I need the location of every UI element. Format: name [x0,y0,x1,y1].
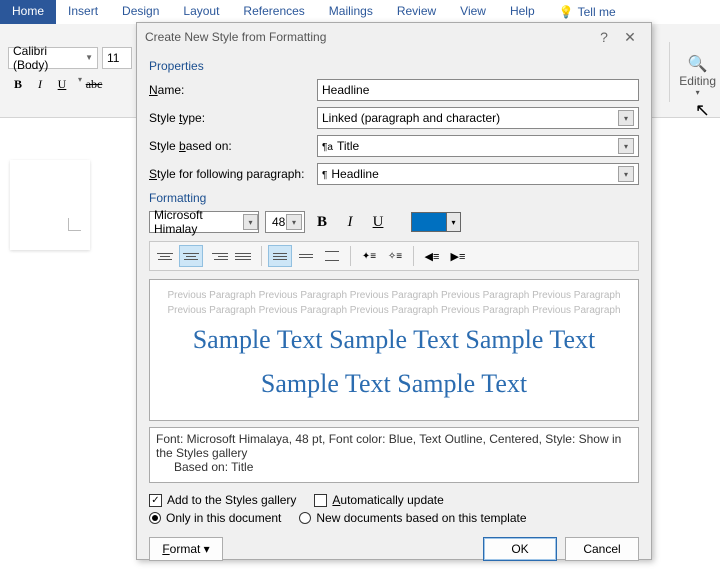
color-preview [412,213,446,231]
style-description: Font: Microsoft Himalaya, 48 pt, Font co… [149,427,639,483]
new-documents-radio[interactable]: New documents based on this template [299,511,526,525]
style-preview: Previous Paragraph Previous Paragraph Pr… [149,279,639,421]
style-based-on-label: Style based on: [149,139,307,153]
dialog-title: Create New Style from Formatting [145,30,591,44]
cursor-icon: ↖ [695,100,710,121]
indent-decrease-button[interactable]: ◀≡ [420,245,444,267]
style-type-combo[interactable]: Linked (paragraph and character)▾ [317,107,639,129]
tab-references[interactable]: References [231,0,316,24]
tab-view[interactable]: View [448,0,498,24]
space-before-dec-button[interactable]: ✧≡ [383,245,407,267]
font-color-picker[interactable]: ▾ [411,212,461,232]
tab-review[interactable]: Review [385,0,448,24]
formatting-section: Formatting [149,191,639,205]
fmt-size-combo[interactable]: 48▾ [265,211,305,233]
align-center-button[interactable] [179,245,203,267]
document-page [10,160,90,250]
only-this-document-radio[interactable]: Only in this document [149,511,281,525]
fmt-font-combo[interactable]: Microsoft Himalay▾ [149,211,259,233]
strikethrough-button[interactable]: abc [84,75,104,95]
align-left-button[interactable] [153,245,177,267]
tab-home[interactable]: Home [0,0,56,24]
align-right-button[interactable] [205,245,229,267]
fmt-underline-button[interactable]: U [367,211,389,233]
name-input[interactable]: Headline [317,79,639,101]
description-line1: Font: Microsoft Himalaya, 48 pt, Font co… [156,432,632,460]
underline-button[interactable]: U [52,75,72,95]
close-button[interactable]: ✕ [617,29,643,46]
chevron-down-icon: ▾ [446,213,460,231]
find-icon: 🔍 [679,54,716,74]
spacing-2-button[interactable] [320,245,344,267]
previous-paragraph-text: Previous Paragraph Previous Paragraph Pr… [162,288,626,318]
style-following-combo[interactable]: ¶Headline▾ [317,163,639,185]
cancel-button[interactable]: Cancel [565,537,639,561]
fmt-bold-button[interactable]: B [311,211,333,233]
ok-button[interactable]: OK [483,537,557,561]
sample-text: Sample Text Sample Text Sample Text Samp… [162,318,626,406]
format-button[interactable]: Format ▾ [149,537,223,561]
tab-insert[interactable]: Insert [56,0,110,24]
lightbulb-icon: 💡 [559,5,574,19]
space-before-inc-button[interactable]: ✦≡ [357,245,381,267]
auto-update-checkbox[interactable]: Automatically update [314,493,443,507]
font-name-combo[interactable]: Calibri (Body)▼ [8,47,98,69]
font-size-combo[interactable]: 11 [102,47,132,69]
italic-button[interactable]: I [30,75,50,95]
properties-section: Properties [149,59,639,73]
style-based-on-combo[interactable]: ¶aTitle▾ [317,135,639,157]
tab-mailings[interactable]: Mailings [317,0,385,24]
align-justify-button[interactable] [231,245,255,267]
name-label: Name: [149,83,307,97]
spacing-1-button[interactable] [268,245,292,267]
style-type-label: Style type: [149,111,307,125]
create-style-dialog: Create New Style from Formatting ? ✕ Pro… [136,22,652,560]
tab-tell-me[interactable]: 💡Tell me [547,0,628,24]
editing-label: Editing [679,74,716,88]
spacing-15-button[interactable] [294,245,318,267]
editing-group[interactable]: 🔍 Editing ▾ [679,54,716,97]
paragraph-toolbar: ✦≡ ✧≡ ◀≡ ▶≡ [149,241,639,271]
indent-increase-button[interactable]: ▶≡ [446,245,470,267]
tab-design[interactable]: Design [110,0,171,24]
ribbon-tabs: Home Insert Design Layout References Mai… [0,0,720,24]
description-line2: Based on: Title [156,460,632,474]
tab-help[interactable]: Help [498,0,547,24]
help-button[interactable]: ? [591,29,617,45]
tab-layout[interactable]: Layout [171,0,231,24]
fmt-italic-button[interactable]: I [339,211,361,233]
add-to-gallery-checkbox[interactable]: ✓Add to the Styles gallery [149,493,296,507]
style-following-label: Style for following paragraph: [149,167,307,181]
bold-button[interactable]: B [8,75,28,95]
